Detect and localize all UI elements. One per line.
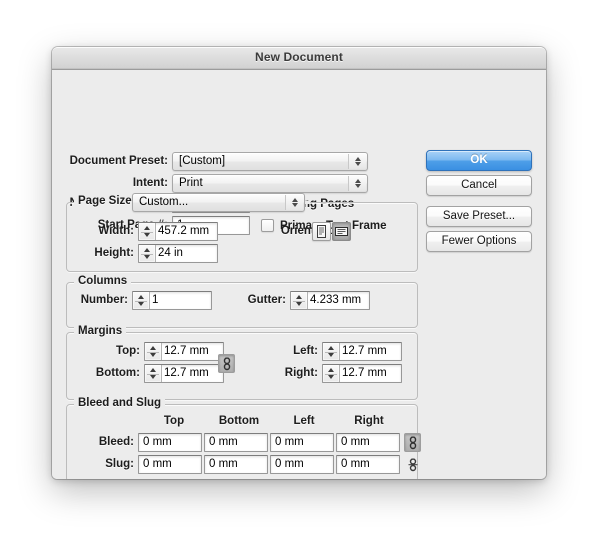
slug-right-input[interactable]: 0 mm bbox=[336, 455, 400, 474]
margin-right-value: 12.7 mm bbox=[342, 367, 387, 379]
page-width-value: 457.2 mm bbox=[158, 225, 210, 237]
bleed-link-toggle[interactable] bbox=[404, 433, 421, 452]
chevron-updown-icon bbox=[285, 195, 303, 210]
bleed-row-label: Bleed: bbox=[98, 436, 134, 448]
bleed-left-value: 0 mm bbox=[275, 436, 304, 448]
margins-link-toggle[interactable] bbox=[218, 354, 235, 373]
page-height-value: 24 in bbox=[158, 247, 183, 259]
bleed-col-header-top: Top bbox=[163, 415, 185, 427]
intent-label: Intent: bbox=[132, 177, 168, 189]
portrait-orientation-icon[interactable] bbox=[312, 222, 331, 241]
bleed-col-header-right: Right bbox=[354, 415, 384, 427]
margin-left-label: Left: bbox=[293, 345, 318, 357]
new-document-dialog: New Document Document Preset: [Custom] I… bbox=[52, 47, 546, 479]
columns-number-stepper[interactable] bbox=[133, 292, 150, 309]
document-preset-select[interactable]: [Custom] bbox=[172, 152, 368, 171]
slug-left-value: 0 mm bbox=[275, 458, 304, 470]
dialog-title: New Document bbox=[255, 50, 343, 64]
chevron-updown-icon bbox=[348, 154, 366, 169]
slug-top-input[interactable]: 0 mm bbox=[138, 455, 202, 474]
margins-group-label: Margins bbox=[74, 325, 127, 337]
bleed-right-input[interactable]: 0 mm bbox=[336, 433, 400, 452]
dialog-titlebar[interactable]: New Document bbox=[52, 47, 546, 70]
margin-right-label: Right: bbox=[284, 367, 318, 379]
columns-number-input[interactable]: 1 bbox=[132, 291, 212, 310]
margin-left-value: 12.7 mm bbox=[342, 345, 387, 357]
slug-bottom-input[interactable]: 0 mm bbox=[204, 455, 268, 474]
slug-link-toggle[interactable] bbox=[404, 455, 421, 474]
save-preset-button[interactable]: Save Preset... bbox=[426, 206, 532, 227]
bleed-col-header-bottom: Bottom bbox=[218, 415, 260, 427]
margin-left-input[interactable]: 12.7 mm bbox=[322, 342, 402, 361]
columns-gutter-stepper[interactable] bbox=[291, 292, 308, 309]
bleed-top-input[interactable]: 0 mm bbox=[138, 433, 202, 452]
ok-button[interactable]: OK bbox=[426, 150, 532, 171]
margin-top-value: 12.7 mm bbox=[164, 345, 209, 357]
page-height-stepper[interactable] bbox=[139, 245, 156, 262]
slug-right-value: 0 mm bbox=[341, 458, 370, 470]
intent-value: Print bbox=[179, 177, 203, 189]
margin-top-stepper[interactable] bbox=[145, 343, 162, 360]
document-preset-value: [Custom] bbox=[179, 155, 226, 167]
page-width-label: Width: bbox=[98, 225, 134, 237]
dialog-body: Document Preset: [Custom] Intent: Print … bbox=[52, 70, 546, 479]
page-size-preset-select[interactable]: Custom... bbox=[132, 193, 305, 212]
slug-top-value: 0 mm bbox=[143, 458, 172, 470]
chain-link-broken-icon bbox=[408, 458, 417, 471]
slug-bottom-value: 0 mm bbox=[209, 458, 238, 470]
page-width-stepper[interactable] bbox=[139, 223, 156, 240]
bleed-bottom-value: 0 mm bbox=[209, 436, 238, 448]
columns-gutter-label: Gutter: bbox=[247, 294, 286, 306]
slug-row-label: Slug: bbox=[105, 458, 134, 470]
page-size-preset-value: Custom... bbox=[139, 196, 189, 208]
margin-top-input[interactable]: 12.7 mm bbox=[144, 342, 224, 361]
chain-link-icon bbox=[223, 357, 230, 370]
document-preset-label: Document Preset: bbox=[69, 155, 168, 167]
intent-select[interactable]: Print bbox=[172, 174, 368, 193]
margin-right-stepper[interactable] bbox=[323, 365, 340, 382]
slug-left-input[interactable]: 0 mm bbox=[270, 455, 334, 474]
margin-bottom-stepper[interactable] bbox=[145, 365, 162, 382]
bleed-left-input[interactable]: 0 mm bbox=[270, 433, 334, 452]
bleed-col-header-left: Left bbox=[293, 415, 315, 427]
bleed-and-slug-group-label: Bleed and Slug bbox=[74, 397, 166, 409]
chevron-updown-icon bbox=[348, 176, 366, 191]
bleed-right-value: 0 mm bbox=[341, 436, 370, 448]
bleed-top-value: 0 mm bbox=[143, 436, 172, 448]
margin-right-input[interactable]: 12.7 mm bbox=[322, 364, 402, 383]
bleed-bottom-input[interactable]: 0 mm bbox=[204, 433, 268, 452]
page-size-group bbox=[66, 202, 418, 272]
fewer-options-button[interactable]: Fewer Options bbox=[426, 231, 532, 252]
margin-top-label: Top: bbox=[115, 345, 140, 357]
margin-bottom-input[interactable]: 12.7 mm bbox=[144, 364, 224, 383]
landscape-orientation-icon[interactable] bbox=[332, 222, 351, 241]
margin-bottom-value: 12.7 mm bbox=[164, 367, 209, 379]
columns-number-value: 1 bbox=[152, 294, 159, 306]
margin-bottom-label: Bottom: bbox=[95, 367, 140, 379]
chain-link-icon bbox=[409, 436, 416, 449]
columns-number-label: Number: bbox=[80, 294, 128, 306]
page-width-input[interactable]: 457.2 mm bbox=[138, 222, 218, 241]
page-height-label: Height: bbox=[94, 247, 134, 259]
margin-left-stepper[interactable] bbox=[323, 343, 340, 360]
columns-gutter-input[interactable]: 4.233 mm bbox=[290, 291, 370, 310]
cancel-button[interactable]: Cancel bbox=[426, 175, 532, 196]
page-height-input[interactable]: 24 in bbox=[138, 244, 218, 263]
columns-gutter-value: 4.233 mm bbox=[310, 294, 362, 306]
columns-group-label: Columns bbox=[74, 275, 132, 287]
